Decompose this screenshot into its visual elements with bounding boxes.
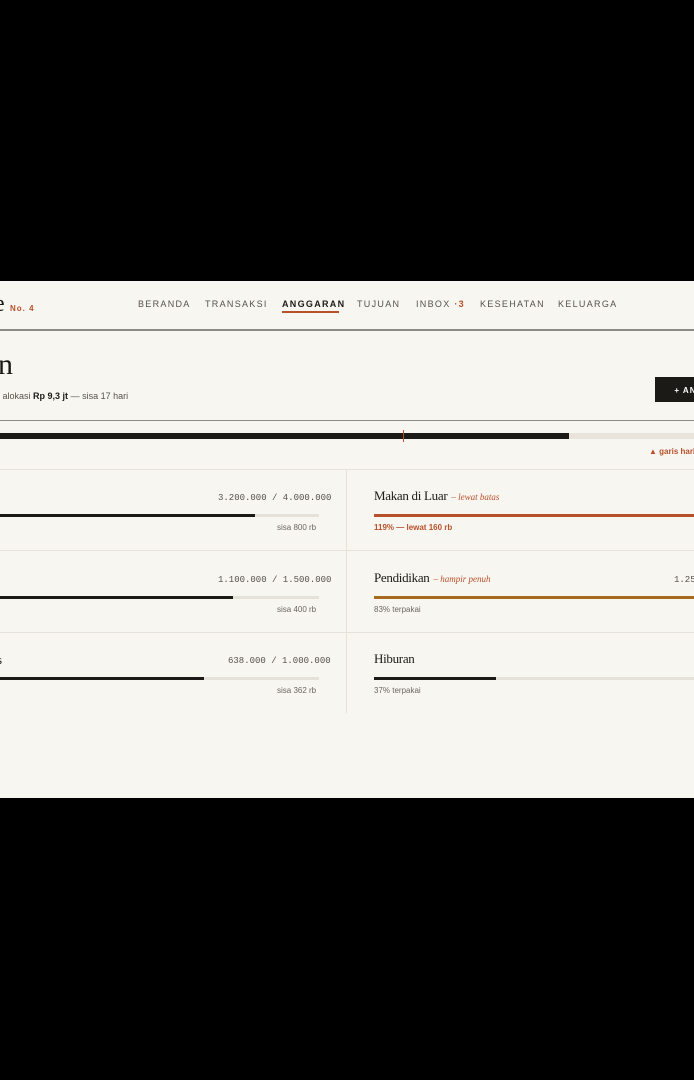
nav-item-beranda[interactable]: BERANDA: [138, 299, 191, 309]
subtitle-amount: Rp 9,3 jt: [33, 391, 69, 401]
budget-hiburan-fill: [374, 677, 497, 680]
budget-pendidikan[interactable]: Pendidikan – hampir penuh: [374, 570, 491, 586]
column-divider: [346, 470, 347, 713]
budget-left-2-fill: [0, 596, 233, 599]
budget-left-1-amount: 3.200.000 / 4.000.000: [218, 493, 332, 503]
budget-left-3-amount: 638.000 / 1.000.000: [228, 656, 331, 666]
budget-left-1-bar: [0, 514, 319, 517]
budget-makan-di-luar-name: Makan di Luar: [374, 488, 448, 503]
budget-hiburan-status: 37% terpakai: [374, 686, 421, 695]
budget-left-3-fill: [0, 677, 204, 680]
title-divider: [0, 420, 694, 421]
budget-left-1-fill: [0, 514, 256, 517]
row-divider: [0, 550, 694, 551]
day-line-note: ▲ garis hari i: [649, 447, 694, 456]
budget-makan-di-luar-status: 119% — lewat 160 rb: [374, 523, 453, 532]
nav-item-inbox-label: INBOX: [416, 299, 451, 309]
budget-hiburan-name: Hiburan: [374, 651, 415, 666]
budget-makan-di-luar[interactable]: Makan di Luar – lewat batas: [374, 488, 499, 504]
row-divider: [0, 632, 694, 633]
budget-left-3-bar: [0, 677, 319, 680]
row-divider: [0, 469, 694, 470]
day-marker: [402, 430, 404, 442]
active-tab-underline: [282, 311, 339, 313]
budget-pendidikan-name: Pendidikan: [374, 570, 430, 585]
over-limit-note: – lewat batas: [451, 492, 500, 502]
inbox-count-badge: ·3: [454, 299, 465, 309]
budget-makan-di-luar-bar: [374, 514, 694, 517]
budget-left-2-bar: [0, 596, 319, 599]
budget-left-3-remaining: sisa 362 rb: [277, 686, 317, 695]
add-budget-button[interactable]: + ANG: [655, 377, 694, 402]
overall-budget-bar: [0, 433, 694, 439]
budget-pendidikan-status: 83% terpakai: [374, 605, 421, 614]
nav-item-keluarga[interactable]: KELUARGA: [558, 299, 617, 309]
budget-pendidikan-fill: [374, 596, 694, 599]
nav-item-anggaran[interactable]: ANGGARAN: [282, 299, 345, 309]
nav-item-tujuan[interactable]: TUJUAN: [357, 299, 400, 309]
budget-pendidikan-amount: 1.25: [674, 575, 694, 585]
budget-left-3-name: s: [0, 652, 2, 668]
overall-budget-fill: [0, 433, 570, 439]
near-limit-note: – hampir penuh: [433, 574, 491, 584]
subtitle-suffix: — sisa 17 hari: [70, 391, 129, 401]
subtitle-prefix: i alokasi: [0, 391, 31, 401]
budget-left-1-remaining: sisa 800 rb: [277, 523, 317, 532]
nav-item-inbox[interactable]: INBOX ·3: [416, 299, 465, 309]
budget-pendidikan-bar: [374, 596, 694, 599]
app-panel: [0, 281, 694, 798]
nav-item-transaksi[interactable]: TRANSAKSI: [205, 299, 268, 309]
budget-hiburan[interactable]: Hiburan: [374, 651, 415, 667]
header-divider: [0, 329, 694, 331]
page-title: n: [0, 348, 13, 381]
page-subtitle: i alokasi Rp 9,3 jt — sisa 17 hari: [0, 391, 128, 401]
nav-item-kesehatan[interactable]: KESEHATAN: [480, 299, 545, 309]
budget-hiburan-bar: [374, 677, 694, 680]
main-nav: BERANDA TRANSAKSI ANGGARAN TUJUAN INBOX …: [0, 299, 694, 311]
budget-makan-di-luar-fill: [374, 514, 694, 517]
budget-left-2-remaining: sisa 400 rb: [277, 605, 317, 614]
budget-left-2-amount: 1.100.000 / 1.500.000: [218, 575, 332, 585]
